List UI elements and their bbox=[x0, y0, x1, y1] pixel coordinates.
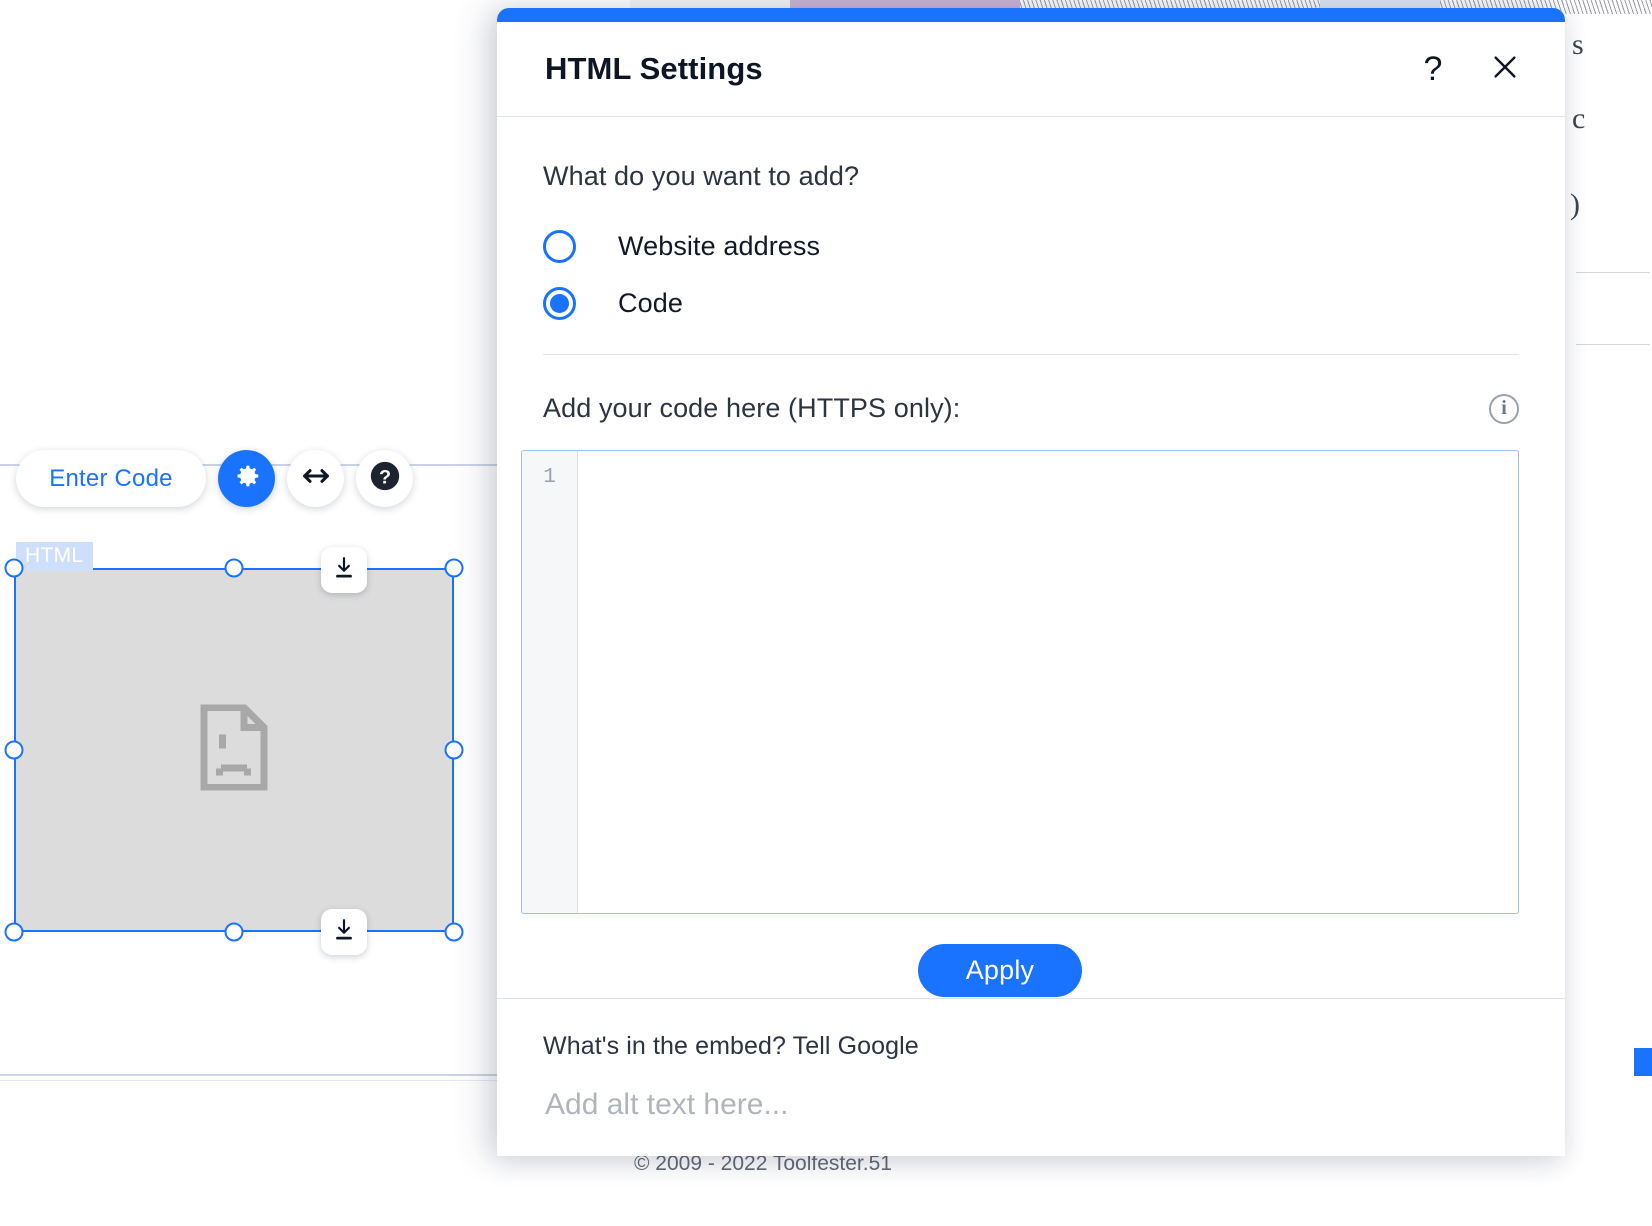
dialog-title: HTML Settings bbox=[545, 51, 763, 87]
question-mark-icon: ? bbox=[1424, 52, 1443, 86]
help-button[interactable]: ? bbox=[1411, 47, 1455, 91]
background-divider bbox=[1576, 272, 1650, 273]
enter-code-label: Enter Code bbox=[49, 465, 172, 493]
selected-html-element[interactable]: HTML bbox=[14, 568, 454, 932]
background-divider bbox=[1576, 344, 1650, 345]
close-icon bbox=[1490, 52, 1520, 87]
canvas-guide-line-bottom bbox=[0, 1074, 500, 1076]
radio-button-website-address[interactable] bbox=[543, 230, 576, 263]
resize-handle-top-center[interactable] bbox=[225, 559, 244, 578]
apply-button[interactable]: Apply bbox=[918, 944, 1083, 997]
resize-handle-bottom-left[interactable] bbox=[5, 923, 24, 942]
section-divider bbox=[543, 354, 1519, 355]
dialog-body: What do you want to add? Website address… bbox=[497, 118, 1565, 998]
resize-handle-bottom-right[interactable] bbox=[445, 923, 464, 942]
dialog-header-actions: ? bbox=[1411, 47, 1527, 91]
help-button[interactable]: ? bbox=[356, 450, 413, 507]
html-settings-dialog: HTML Settings ? What do you want to add? bbox=[497, 8, 1565, 1156]
close-button[interactable] bbox=[1483, 47, 1527, 91]
background-glyph: s bbox=[1572, 28, 1584, 62]
radio-button-code[interactable] bbox=[543, 287, 576, 320]
add-type-radio-group: Website address Code bbox=[543, 218, 1565, 332]
screen-root: s c ) © 2009 - 2022 Toolfester.51 Enter … bbox=[0, 0, 1652, 1226]
resize-handle-top-left[interactable] bbox=[5, 559, 24, 578]
radio-label-website-address: Website address bbox=[618, 231, 820, 262]
download-icon bbox=[331, 917, 357, 948]
resize-button[interactable] bbox=[287, 450, 344, 507]
embed-description-note: What's in the embed? Tell Google bbox=[543, 1032, 1519, 1061]
resize-handle-middle-left[interactable] bbox=[5, 741, 24, 760]
resize-handle-top-right[interactable] bbox=[445, 559, 464, 578]
enter-code-button[interactable]: Enter Code bbox=[16, 450, 206, 507]
code-input[interactable] bbox=[578, 451, 1518, 913]
element-toolbar: Enter Code bbox=[16, 450, 413, 507]
code-editor[interactable]: 1 bbox=[521, 450, 1519, 914]
background-glyph: c bbox=[1572, 102, 1585, 136]
download-icon bbox=[331, 555, 357, 586]
code-field-label: Add your code here (HTTPS only): bbox=[543, 393, 960, 424]
code-section-header: Add your code here (HTTPS only): i bbox=[543, 393, 1519, 424]
radio-label-code: Code bbox=[618, 288, 683, 319]
background-footer-bar bbox=[0, 1180, 1652, 1226]
html-element-badge: HTML bbox=[16, 542, 93, 571]
gear-icon bbox=[232, 461, 262, 496]
resize-handle-middle-right[interactable] bbox=[445, 741, 464, 760]
radio-dot bbox=[550, 294, 569, 313]
background-blue-tab bbox=[1634, 1048, 1652, 1076]
dialog-accent-bar bbox=[497, 8, 1565, 22]
add-type-question: What do you want to add? bbox=[543, 161, 1565, 192]
apply-row: Apply bbox=[497, 944, 1565, 997]
background-right-strip: s c ) bbox=[1568, 20, 1652, 1226]
download-button-top[interactable] bbox=[321, 547, 367, 593]
info-icon[interactable]: i bbox=[1489, 394, 1519, 424]
code-editor-gutter: 1 bbox=[522, 451, 578, 913]
help-circle-icon: ? bbox=[368, 459, 402, 498]
radio-option-website-address[interactable]: Website address bbox=[543, 218, 1565, 275]
background-glyph: ) bbox=[1570, 188, 1580, 222]
horizontal-arrows-icon bbox=[300, 460, 332, 497]
canvas-guide-line-bottom-2 bbox=[0, 1080, 500, 1081]
svg-text:?: ? bbox=[378, 467, 390, 489]
alt-text-input[interactable] bbox=[543, 1087, 1441, 1123]
dialog-header: HTML Settings ? bbox=[497, 22, 1565, 117]
settings-button[interactable] bbox=[218, 450, 275, 507]
download-button-bottom[interactable] bbox=[321, 909, 367, 955]
radio-option-code[interactable]: Code bbox=[543, 275, 1565, 332]
dialog-footer: What's in the embed? Tell Google bbox=[497, 998, 1565, 1156]
broken-document-icon bbox=[199, 705, 269, 796]
resize-handle-bottom-center[interactable] bbox=[225, 923, 244, 942]
